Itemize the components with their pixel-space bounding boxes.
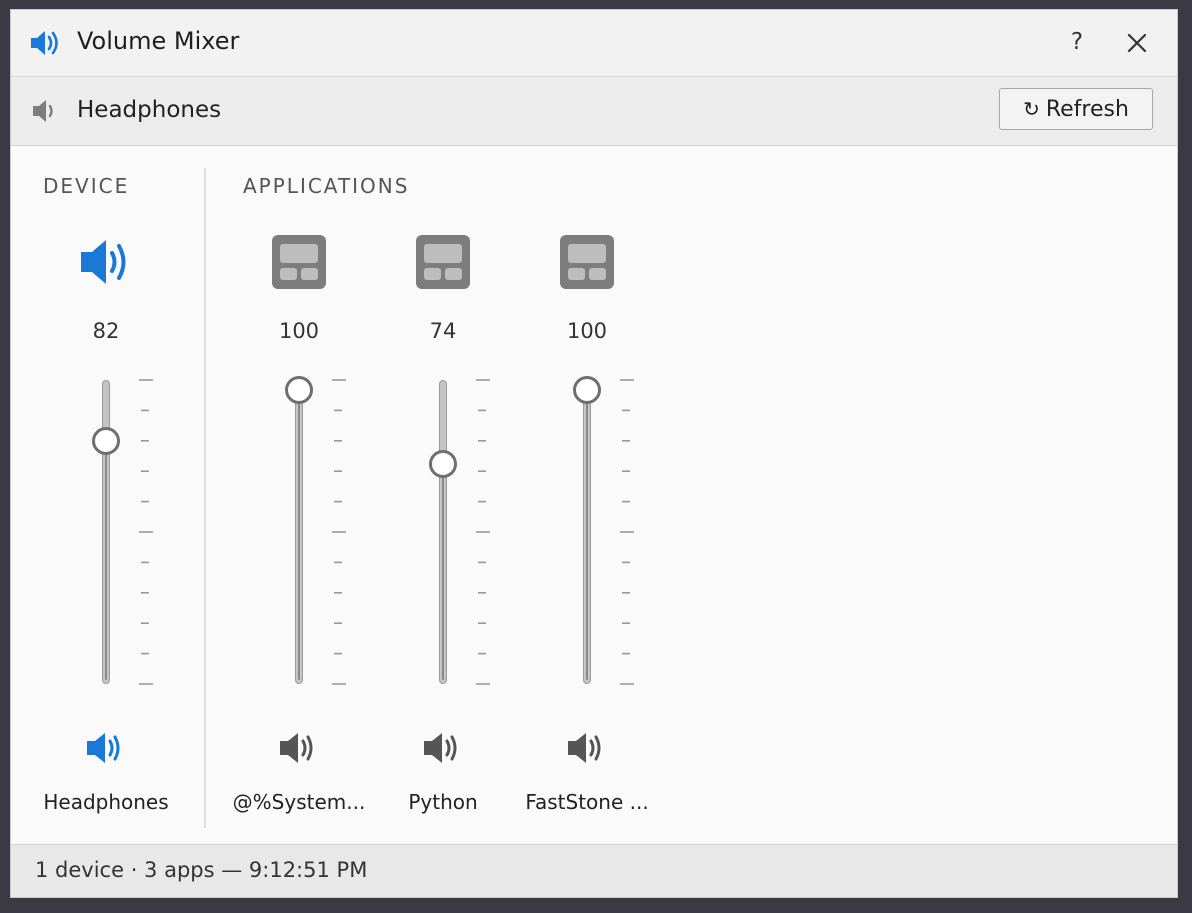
refresh-label: Refresh	[1045, 96, 1129, 122]
mute-toggle-icon[interactable]	[421, 728, 465, 768]
slider-ticks	[620, 379, 634, 685]
app-window-icon	[560, 235, 614, 289]
slider-ticks	[139, 379, 153, 685]
section-divider	[204, 168, 206, 828]
volume-slider-thumb[interactable]	[92, 427, 120, 456]
mute-toggle-icon[interactable]	[277, 728, 321, 768]
volume-value: 82	[92, 319, 120, 343]
volume-slider-thumb[interactable]	[429, 449, 457, 478]
volume-slider-fill	[442, 463, 444, 680]
app-channel: 100 @%System...	[224, 10, 374, 899]
refresh-button[interactable]: ↻ Refresh	[999, 88, 1153, 130]
volume-mixer-window: Volume Mixer ? Headphones ↻ Refresh DEVI…	[10, 9, 1178, 898]
refresh-icon: ↻	[1023, 97, 1040, 121]
volume-value: 74	[429, 319, 457, 343]
app-channel: 100 FastStone ...	[512, 10, 662, 899]
app-window-icon	[272, 235, 326, 289]
volume-slider-fill	[105, 441, 107, 680]
volume-value: 100	[278, 319, 320, 343]
volume-value: 100	[566, 319, 608, 343]
status-bar: 1 device · 3 apps — 9:12:51 PM	[11, 844, 1177, 897]
slider-ticks	[476, 379, 490, 685]
volume-slider-thumb[interactable]	[285, 376, 313, 404]
channel-name: FastStone ...	[525, 790, 649, 814]
volume-slider-thumb[interactable]	[573, 376, 601, 404]
mute-toggle-icon[interactable]	[565, 728, 609, 768]
volume-slider-fill	[586, 390, 588, 680]
help-button[interactable]: ?	[1063, 24, 1091, 60]
close-icon[interactable]	[1121, 26, 1153, 60]
app-channel: 74 Python	[368, 10, 518, 899]
volume-slider-fill	[298, 390, 300, 680]
app-window-icon	[416, 235, 470, 289]
device-channel: 82 Headphones	[31, 10, 181, 899]
mute-toggle-icon[interactable]	[84, 728, 128, 768]
channel-name: Headphones	[43, 790, 169, 814]
slider-ticks	[332, 379, 346, 685]
speaker-icon	[81, 240, 126, 284]
status-text: 1 device · 3 apps — 9:12:51 PM	[35, 858, 368, 882]
